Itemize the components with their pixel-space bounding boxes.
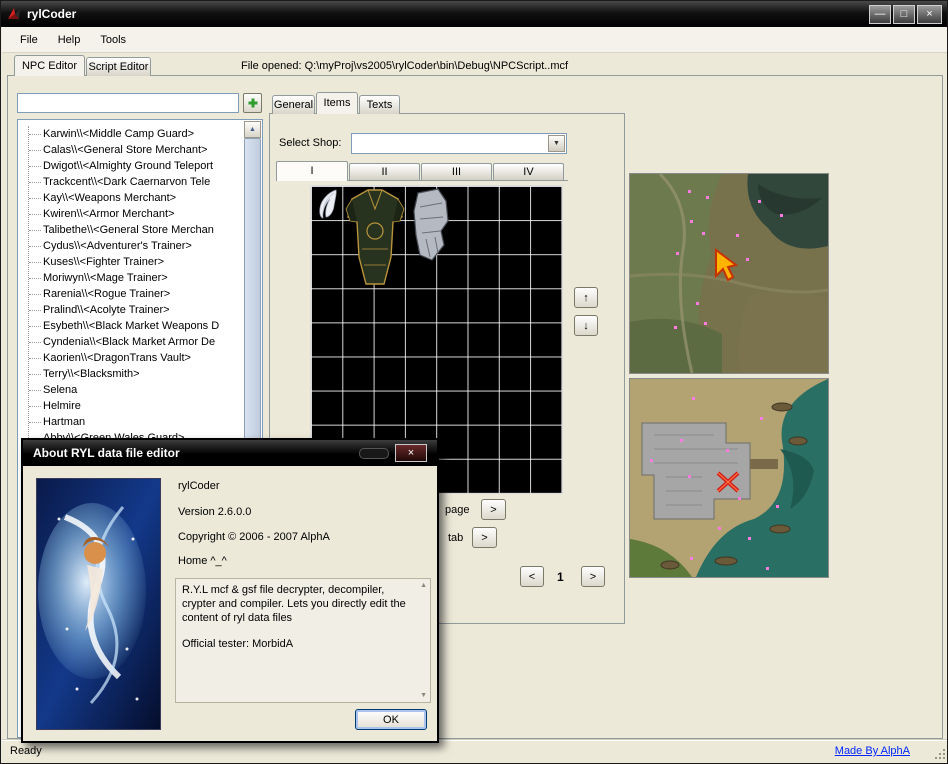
maximize-button[interactable]: □ <box>893 5 915 24</box>
scroll-down-icon[interactable]: ▼ <box>420 692 427 699</box>
tab-general[interactable]: General <box>272 95 315 114</box>
tree-item[interactable]: Cyndenia\\<Black Market Armor De <box>19 334 244 350</box>
search-add-button[interactable] <box>243 93 262 113</box>
tab-script-editor[interactable]: Script Editor <box>86 57 151 76</box>
window-title: rylCoder <box>27 7 867 21</box>
tree-item[interactable]: Pralind\\<Acolyte Trainer> <box>19 302 244 318</box>
shop-combobox[interactable]: ▼ <box>351 133 567 154</box>
page-label: page <box>445 504 469 516</box>
app-logo-icon <box>6 6 22 22</box>
tree-item[interactable]: Kaorien\\<DragonTrans Vault> <box>19 350 244 366</box>
chevron-right-icon: > <box>490 504 496 516</box>
move-up-button[interactable]: ↑ <box>574 287 598 308</box>
shop-tab-1[interactable]: I <box>276 161 348 181</box>
dialog-close-button[interactable]: × <box>395 444 427 462</box>
town-map-detail[interactable] <box>629 378 829 578</box>
copy-tab-button[interactable]: > <box>472 527 497 548</box>
plus-icon <box>248 99 257 108</box>
item-gauntlet[interactable] <box>408 187 452 266</box>
tree-item[interactable]: Kay\\<Weapons Merchant> <box>19 190 244 206</box>
tree-item[interactable]: Selena <box>19 382 244 398</box>
up-arrow-icon: ↑ <box>583 292 589 304</box>
about-version: Version 2.6.0.0 <box>178 506 251 518</box>
menu-tools[interactable]: Tools <box>90 31 136 49</box>
made-by-link[interactable]: Made By AlphA <box>835 745 910 757</box>
scroll-up-icon[interactable]: ▲ <box>244 121 261 138</box>
titlebar: rylCoder — □ × <box>1 1 947 27</box>
about-dialog-titlebar: About RYL data file editor × <box>23 440 437 466</box>
tree-item[interactable]: Calas\\<General Store Merchant> <box>19 142 244 158</box>
menubar: File Help Tools <box>2 27 948 53</box>
about-description: R.Y.L mcf & gsf file decrypter, decompil… <box>182 583 412 625</box>
tab-items[interactable]: Items <box>316 92 358 114</box>
item-white-wing[interactable] <box>314 189 342 222</box>
current-page-number: 1 <box>557 570 564 584</box>
file-opened-label: File opened: Q:\myProj\vs2005\rylCoder\b… <box>241 60 568 72</box>
tree-item[interactable]: Dwigot\\<Almighty Ground Teleport <box>19 158 244 174</box>
shop-tab-4[interactable]: IV <box>493 163 564 180</box>
next-page-button[interactable]: > <box>581 566 605 587</box>
tree-item[interactable]: Karwin\\<Middle Camp Guard> <box>19 126 244 142</box>
tree-item[interactable]: Terry\\<Blacksmith> <box>19 366 244 382</box>
tree-item[interactable]: Talibethe\\<General Store Merchan <box>19 222 244 238</box>
ok-button[interactable]: OK <box>355 709 427 730</box>
copy-page-button[interactable]: > <box>481 499 506 520</box>
combo-arrow-icon[interactable]: ▼ <box>548 135 565 152</box>
shop-tab-3[interactable]: III <box>421 163 492 180</box>
resize-grip[interactable] <box>933 747 946 760</box>
about-dialog-title: About RYL data file editor <box>33 446 359 460</box>
prev-page-button[interactable]: < <box>520 566 544 587</box>
app-window: rylCoder — □ × File Help Tools NPC Edito… <box>0 0 948 764</box>
ok-button-label: OK <box>383 714 399 726</box>
scroll-up-icon[interactable]: ▲ <box>420 582 427 589</box>
chevron-left-icon: < <box>529 571 535 583</box>
tree-item[interactable]: Kuses\\<Fighter Trainer> <box>19 254 244 270</box>
down-arrow-icon: ↓ <box>583 320 589 332</box>
menu-file[interactable]: File <box>10 31 48 49</box>
world-map-overview[interactable] <box>629 173 829 374</box>
about-tester: Official tester: MorbidA <box>182 637 412 651</box>
about-dialog: About RYL data file editor × <box>21 438 439 743</box>
npc-search-input[interactable] <box>17 93 239 113</box>
close-button[interactable]: × <box>917 5 942 24</box>
tree-item[interactable]: Hartman <box>19 414 244 430</box>
dialog-minimize-button[interactable] <box>359 448 389 459</box>
move-down-button[interactable]: ↓ <box>574 315 598 336</box>
tree-item[interactable]: Esybeth\\<Black Market Weapons D <box>19 318 244 334</box>
chevron-right-icon: > <box>481 532 487 544</box>
status-text: Ready <box>10 745 42 757</box>
minimize-button[interactable]: — <box>869 5 891 24</box>
tree-item[interactable]: Kwiren\\<Armor Merchant> <box>19 206 244 222</box>
tree-item[interactable]: Moriwyn\\<Mage Trainer> <box>19 270 244 286</box>
tree-item[interactable]: Trackcent\\<Dark Caernarvon Tele <box>19 174 244 190</box>
about-description-box: R.Y.L mcf & gsf file decrypter, decompil… <box>175 578 431 703</box>
tree-item[interactable]: Cydus\\<Adventurer's Trainer> <box>19 238 244 254</box>
about-copyright: Copyright © 2006 - 2007 AlphA <box>178 531 330 543</box>
about-app-name: rylCoder <box>178 480 220 492</box>
item-plate-armor[interactable] <box>344 187 406 290</box>
chevron-right-icon: > <box>590 571 596 583</box>
tree-item[interactable]: Rarenia\\<Rogue Trainer> <box>19 286 244 302</box>
tab-label: tab <box>448 532 463 544</box>
tab-texts[interactable]: Texts <box>359 95 400 114</box>
about-home-link[interactable]: Home ^_^ <box>178 555 227 567</box>
tab-npc-editor[interactable]: NPC Editor <box>14 55 85 76</box>
menu-help[interactable]: Help <box>48 31 91 49</box>
shop-tab-2[interactable]: II <box>349 163 420 180</box>
about-artwork-image <box>36 478 161 730</box>
select-shop-label: Select Shop: <box>279 137 341 149</box>
tree-item[interactable]: Helmire <box>19 398 244 414</box>
